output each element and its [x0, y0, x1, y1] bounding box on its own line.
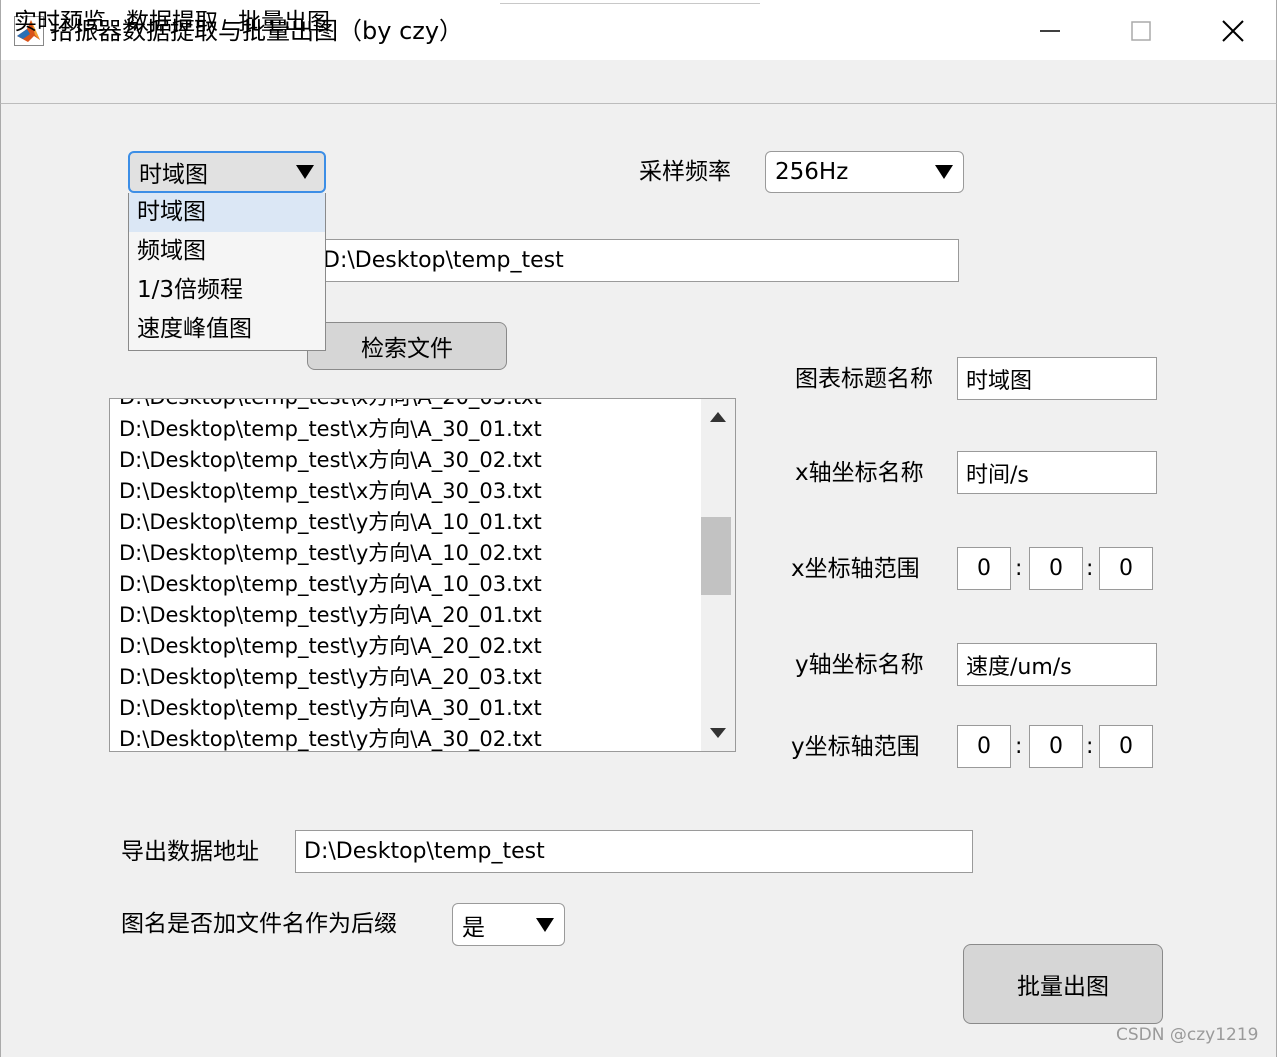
- sampling-rate-select[interactable]: 256Hz: [765, 151, 964, 193]
- list-item[interactable]: D:\Desktop\temp_test\y方向\A_10_02.txt: [119, 538, 542, 569]
- list-item[interactable]: D:\Desktop\temp_test\y方向\A_30_01.txt: [119, 693, 542, 724]
- list-item[interactable]: D:\Desktop\temp_test\y方向\A_10_03.txt: [119, 569, 542, 600]
- batch-plot-button[interactable]: 批量出图: [963, 944, 1163, 1024]
- menu-data-extract[interactable]: 数据提取: [126, 6, 218, 38]
- data-path-input[interactable]: D:\Desktop\temp_test: [310, 239, 959, 282]
- list-item[interactable]: D:\Desktop\temp_test\y方向\A_20_03.txt: [119, 662, 542, 693]
- x-range-min-input[interactable]: 0: [957, 547, 1011, 590]
- list-item[interactable]: D:\Desktop\temp_test\x方向\A_30_03.txt: [119, 476, 542, 507]
- dropdown-option[interactable]: 时域图: [129, 193, 325, 232]
- plot-type-value: 时域图: [139, 162, 208, 188]
- export-path-input[interactable]: D:\Desktop\temp_test: [295, 830, 973, 873]
- list-item[interactable]: D:\Desktop\temp_test\x方向\A_20_03.txt: [119, 399, 542, 413]
- suffix-label: 图名是否加文件名作为后缀: [121, 911, 397, 937]
- scroll-down-button[interactable]: [701, 715, 735, 751]
- close-icon: [1222, 20, 1244, 42]
- maximize-icon: [1131, 21, 1151, 41]
- list-item[interactable]: D:\Desktop\temp_test\y方向\A_20_02.txt: [119, 631, 542, 662]
- scroll-thumb[interactable]: [701, 517, 731, 595]
- y-axis-name-label: y轴坐标名称: [795, 652, 924, 678]
- list-item[interactable]: D:\Desktop\temp_test\x方向\A_30_01.txt: [119, 414, 542, 445]
- y-range-step-input[interactable]: 0: [1029, 725, 1083, 768]
- list-item[interactable]: D:\Desktop\temp_test\y方向\A_10_01.txt: [119, 507, 542, 538]
- search-files-button[interactable]: 检索文件: [307, 322, 507, 370]
- arrow-down-icon: [710, 728, 726, 738]
- range-separator: :: [1086, 734, 1094, 759]
- x-axis-range-label: x坐标轴范围: [791, 556, 920, 582]
- watermark: CSDN @czy1219: [1116, 1025, 1259, 1045]
- plot-type-select[interactable]: 时域图: [128, 151, 326, 193]
- dropdown-option[interactable]: 频域图: [129, 232, 325, 271]
- x-range-max-input[interactable]: 0: [1099, 547, 1153, 590]
- dropdown-arrow-icon: [536, 917, 554, 932]
- x-axis-name-label: x轴坐标名称: [795, 460, 924, 486]
- dropdown-option[interactable]: 速度峰值图: [129, 310, 325, 349]
- dropdown-arrow-icon: [296, 165, 314, 179]
- list-item[interactable]: D:\Desktop\temp_test\y方向\A_20_01.txt: [119, 600, 542, 631]
- sampling-rate-label: 采样频率: [639, 159, 731, 185]
- vertical-scrollbar[interactable]: [701, 399, 735, 751]
- x-axis-name-input[interactable]: 时间/s: [957, 451, 1157, 494]
- range-separator: :: [1015, 556, 1023, 581]
- minimize-icon: [1040, 30, 1060, 32]
- list-item[interactable]: D:\Desktop\temp_test\x方向\A_30_02.txt: [119, 445, 542, 476]
- y-range-min-input[interactable]: 0: [957, 725, 1011, 768]
- list-item[interactable]: D:\Desktop\temp_test\y方向\A_30_02.txt: [119, 724, 542, 751]
- menu-bar: [0, 60, 1277, 104]
- close-button[interactable]: [1203, 10, 1263, 52]
- sampling-rate-value: 256Hz: [775, 159, 849, 185]
- chart-title-input[interactable]: 时域图: [957, 357, 1157, 400]
- minimize-button[interactable]: [1020, 10, 1080, 52]
- range-separator: :: [1015, 734, 1023, 759]
- dropdown-option[interactable]: 1/3倍频程: [129, 271, 325, 310]
- y-axis-name-input[interactable]: 速度/um/s: [957, 643, 1157, 686]
- scroll-up-button[interactable]: [701, 399, 735, 435]
- dropdown-arrow-icon: [935, 165, 953, 179]
- suffix-select[interactable]: 是: [452, 903, 565, 946]
- y-range-max-input[interactable]: 0: [1099, 725, 1153, 768]
- background-window-edge: [500, 0, 760, 4]
- menu-batch-plot[interactable]: 批量出图: [238, 6, 330, 38]
- suffix-value: 是: [462, 914, 485, 941]
- menu-realtime-preview[interactable]: 实时预览: [14, 6, 106, 38]
- maximize-button[interactable]: [1111, 10, 1171, 52]
- arrow-up-icon: [710, 412, 726, 422]
- plot-type-dropdown-list: 时域图 频域图 1/3倍频程 速度峰值图: [128, 193, 326, 351]
- export-path-label: 导出数据地址: [121, 839, 259, 865]
- y-axis-range-label: y坐标轴范围: [791, 734, 920, 760]
- chart-title-label: 图表标题名称: [795, 366, 933, 392]
- range-separator: :: [1086, 556, 1094, 581]
- file-list-box[interactable]: D:\Desktop\temp_test\x方向\A_20_03.txt D:\…: [109, 398, 736, 752]
- x-range-step-input[interactable]: 0: [1029, 547, 1083, 590]
